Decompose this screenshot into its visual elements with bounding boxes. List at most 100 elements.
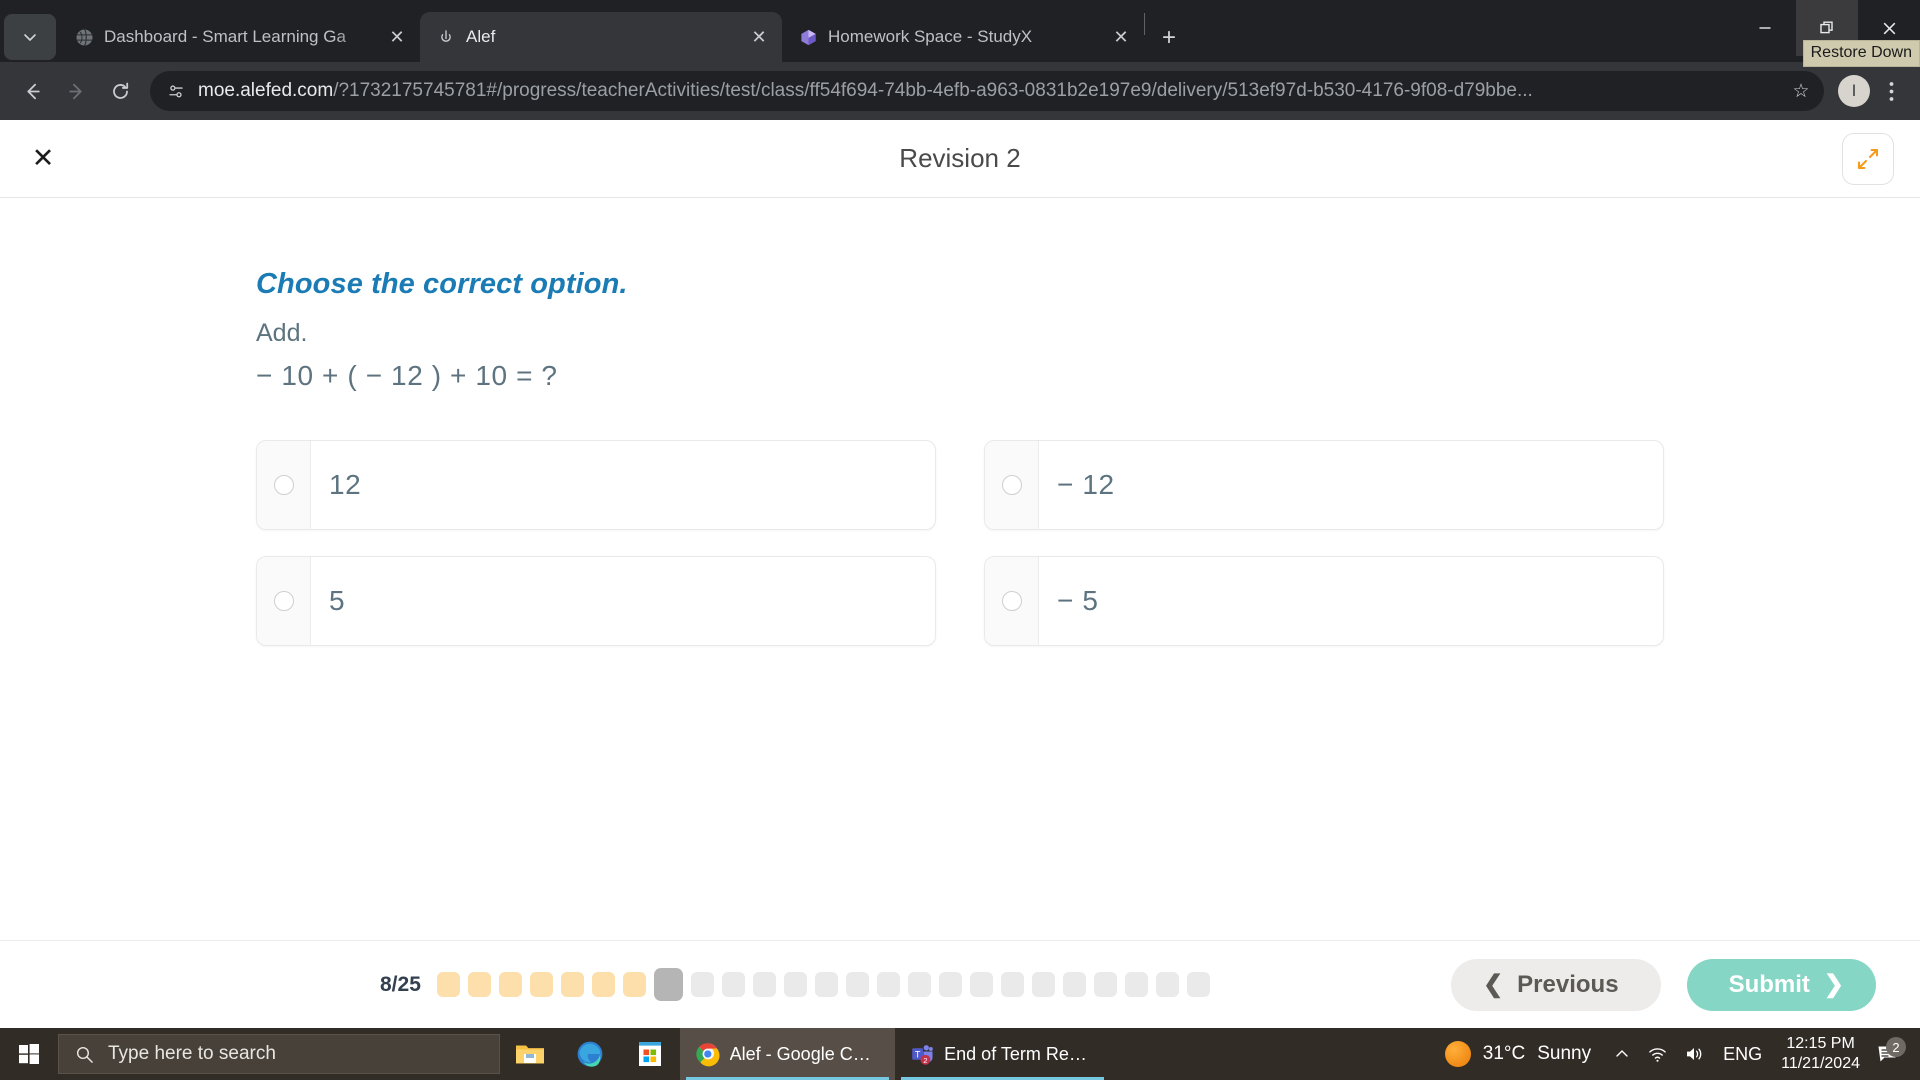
weather-widget[interactable]: 31°C Sunny	[1437, 1041, 1605, 1067]
radio-cell[interactable]	[985, 441, 1039, 529]
radio-button-icon[interactable]	[1001, 475, 1022, 495]
progress-pip[interactable]	[1155, 972, 1179, 997]
answer-option[interactable]: 12	[256, 440, 936, 530]
progress-pip[interactable]	[467, 972, 491, 997]
radio-cell[interactable]	[257, 441, 311, 529]
question-area: Choose the correct option. Add. − 10 + (…	[0, 198, 1920, 940]
taskbar-task-teams[interactable]: T 2 End of Term Review...	[895, 1028, 1110, 1080]
option-body: 12	[311, 441, 935, 529]
progress-pip[interactable]	[1186, 972, 1210, 997]
chevron-up-icon	[1616, 1050, 1628, 1057]
question-equation: − 10 + ( − 12 ) + 10 = ?	[256, 360, 558, 391]
browser-toolbar: moe.alefed.com/?1732175745781#/progress/…	[0, 62, 1920, 120]
windows-taskbar: Type here to search Alef - Google Chro..…	[0, 1028, 1920, 1080]
tab-close-icon[interactable]: ✕	[748, 26, 770, 48]
clock[interactable]: 12:15 PM 11/21/2024	[1771, 1034, 1870, 1073]
tab-title: Alef	[466, 27, 496, 46]
taskbar-task-chrome[interactable]: Alef - Google Chro...	[680, 1028, 895, 1080]
file-explorer-icon[interactable]	[500, 1028, 560, 1080]
progress-pip[interactable]	[1124, 972, 1148, 997]
system-tray: 31°C Sunny ENG 12:15 PM 11/21/2024 2	[1437, 1028, 1920, 1080]
activity-header: ✕ Revision 2	[0, 120, 1920, 198]
progress-pip[interactable]	[1000, 972, 1024, 997]
network-button[interactable]	[1639, 1028, 1676, 1080]
previous-button[interactable]: ❮ Previous	[1451, 958, 1661, 1011]
progress-pip[interactable]	[591, 972, 615, 997]
progress-pip[interactable]	[498, 972, 522, 997]
svg-text:T: T	[915, 1049, 921, 1059]
tab-close-icon[interactable]: ✕	[1110, 26, 1132, 48]
option-label: − 12	[1057, 469, 1115, 500]
progress-pip[interactable]	[969, 972, 993, 997]
progress-tracker: 8/25	[380, 968, 1210, 1001]
language-indicator[interactable]: ENG	[1714, 1028, 1771, 1080]
tab-separator	[1144, 13, 1145, 35]
progress-pip[interactable]	[1062, 972, 1086, 997]
answer-option[interactable]: 5	[256, 556, 936, 646]
start-button[interactable]	[0, 1028, 58, 1080]
progress-pip[interactable]	[907, 972, 931, 997]
back-arrow-icon	[26, 83, 40, 99]
clock-time: 12:15 PM	[1786, 1035, 1855, 1053]
reload-button[interactable]	[100, 71, 140, 111]
chevron-left-icon: ❮	[1483, 971, 1504, 998]
submit-button-label: Submit	[1728, 970, 1810, 998]
minimize-button[interactable]	[1734, 0, 1796, 56]
progress-pip[interactable]	[721, 972, 745, 997]
close-activity-button[interactable]: ✕	[26, 142, 60, 176]
answer-option[interactable]: − 5	[984, 556, 1664, 646]
pinned-apps	[500, 1028, 680, 1080]
progress-pip[interactable]	[876, 972, 900, 997]
reload-icon	[112, 82, 128, 99]
tray-overflow-button[interactable]	[1605, 1028, 1639, 1080]
kebab-menu-icon[interactable]	[1874, 71, 1908, 111]
progress-pip[interactable]	[529, 972, 553, 997]
browser-tab-studyx[interactable]: Homework Space - StudyX ✕	[782, 12, 1144, 62]
progress-pip[interactable]	[1093, 972, 1117, 997]
radio-button-icon[interactable]	[273, 475, 294, 495]
expand-button[interactable]	[1842, 132, 1894, 185]
search-input[interactable]: Type here to search	[58, 1034, 500, 1074]
radio-cell[interactable]	[985, 557, 1039, 645]
back-button[interactable]	[12, 71, 52, 111]
microsoft-store-icon[interactable]	[620, 1028, 680, 1080]
tab-search-button[interactable]	[4, 14, 56, 60]
progress-pip[interactable]	[814, 972, 838, 997]
site-settings-icon[interactable]	[166, 81, 186, 101]
progress-pip[interactable]	[1031, 972, 1055, 997]
restore-icon	[1820, 21, 1833, 34]
radio-button-icon[interactable]	[273, 591, 294, 611]
progress-pip[interactable]	[752, 972, 776, 997]
tab-close-icon[interactable]: ✕	[386, 26, 408, 48]
browser-tab-alef[interactable]: Alef ✕	[420, 12, 782, 62]
progress-pip[interactable]	[622, 972, 646, 997]
browser-tab-dashboard[interactable]: Dashboard - Smart Learning Ga ✕	[58, 12, 420, 62]
new-tab-button[interactable]: +	[1151, 20, 1187, 56]
microsoft-edge-icon[interactable]	[560, 1028, 620, 1080]
studyx-icon	[798, 27, 818, 47]
progress-pip[interactable]	[560, 972, 584, 997]
radio-cell[interactable]	[257, 557, 311, 645]
address-bar[interactable]: moe.alefed.com/?1732175745781#/progress/…	[150, 71, 1824, 111]
progress-pip[interactable]	[436, 972, 460, 997]
option-body: − 5	[1039, 557, 1663, 645]
notifications-button[interactable]: 2	[1870, 1037, 1912, 1064]
chevron-down-icon	[24, 34, 36, 41]
radio-button-icon[interactable]	[1001, 591, 1022, 611]
footer-buttons: ❮ Previous Submit ❯	[1451, 958, 1876, 1011]
progress-pip[interactable]	[938, 972, 962, 997]
answer-option[interactable]: − 12	[984, 440, 1664, 530]
star-icon[interactable]: ☆	[1784, 74, 1818, 108]
weather-desc: Sunny	[1537, 1043, 1592, 1064]
question-instruction: Add.	[256, 319, 308, 347]
submit-button[interactable]: Submit ❯	[1686, 958, 1876, 1011]
volume-button[interactable]	[1676, 1028, 1714, 1080]
progress-pip[interactable]	[783, 972, 807, 997]
option-body: − 12	[1039, 441, 1663, 529]
progress-pip[interactable]	[845, 972, 869, 997]
forward-button[interactable]	[56, 71, 96, 111]
wifi-icon	[1649, 1047, 1666, 1062]
avatar[interactable]: I	[1838, 75, 1870, 107]
progress-pip[interactable]	[653, 968, 683, 1001]
progress-pip[interactable]	[690, 972, 714, 997]
